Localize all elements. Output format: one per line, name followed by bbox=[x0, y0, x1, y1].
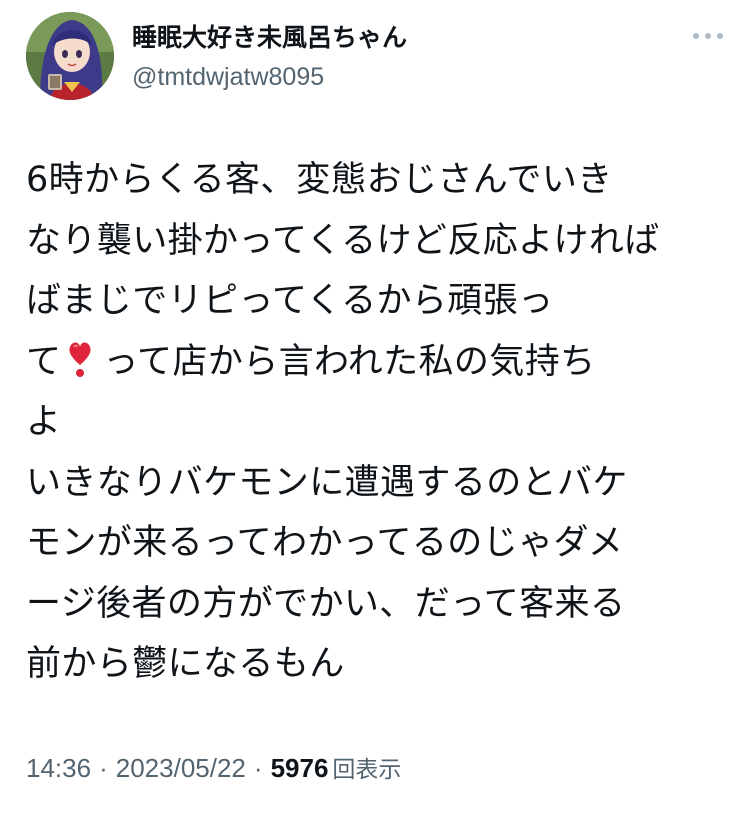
heart-exclamation-emoji-icon bbox=[65, 338, 95, 378]
user-handle[interactable]: @tmtdwjatw8095 bbox=[132, 60, 652, 94]
tweet-text-line: よ bbox=[26, 402, 62, 442]
tweet-text-line: なり襲い掛かってくるけど反応よければ bbox=[26, 220, 660, 261]
tweet-time[interactable]: 14:36 bbox=[26, 753, 91, 783]
tweet-meta: 14:36 · 2023/05/22 · 5976 回表示 bbox=[26, 748, 401, 790]
tweet-text: 6時からくる客、変態おじさんでいき なり襲い掛かってくるけど反応よければ ばまじ… bbox=[26, 150, 726, 695]
tweet-header: 睡眠大好き未風呂ちゃん @tmtdwjatw8095 bbox=[26, 12, 726, 104]
tweet: 睡眠大好き未風呂ちゃん @tmtdwjatw8095 6時からくる客、変態おじさ… bbox=[0, 0, 750, 816]
display-name[interactable]: 睡眠大好き未風呂ちゃん bbox=[132, 22, 652, 54]
avatar-image bbox=[26, 12, 114, 100]
tweet-text-line: モンが来るってわかってるのじゃダメ bbox=[26, 523, 624, 563]
tweet-text-segment: って店から言われた私の気持ち bbox=[103, 341, 596, 382]
meta-separator: · bbox=[99, 753, 108, 783]
tweet-text-line: ばまじでリピってくるから頑張っ bbox=[26, 281, 554, 321]
tweet-text-segment: て bbox=[26, 341, 62, 382]
tweet-text-line: 6時からくる客、変態おじさんでいき bbox=[26, 160, 613, 200]
tweet-date[interactable]: 2023/05/22 bbox=[116, 753, 246, 783]
more-options-button[interactable] bbox=[690, 24, 726, 48]
tweet-text-line: ージ後者の方がでかい、だって客来る bbox=[26, 583, 626, 624]
views-label: 回表示 bbox=[332, 757, 402, 783]
meta-separator: · bbox=[253, 753, 263, 783]
tweet-text-line: いきなりバケモンに遭遇するのとバケ bbox=[26, 462, 628, 503]
tweet-text-line: てって店から言われた私の気持ち bbox=[26, 332, 726, 393]
avatar[interactable] bbox=[26, 12, 114, 100]
tweet-author: 睡眠大好き未風呂ちゃん @tmtdwjatw8095 bbox=[132, 22, 652, 94]
views-count[interactable]: 5976 bbox=[271, 753, 329, 783]
tweet-text-line: 前から鬱になるもん bbox=[26, 644, 345, 684]
more-horizontal-icon bbox=[693, 33, 723, 39]
